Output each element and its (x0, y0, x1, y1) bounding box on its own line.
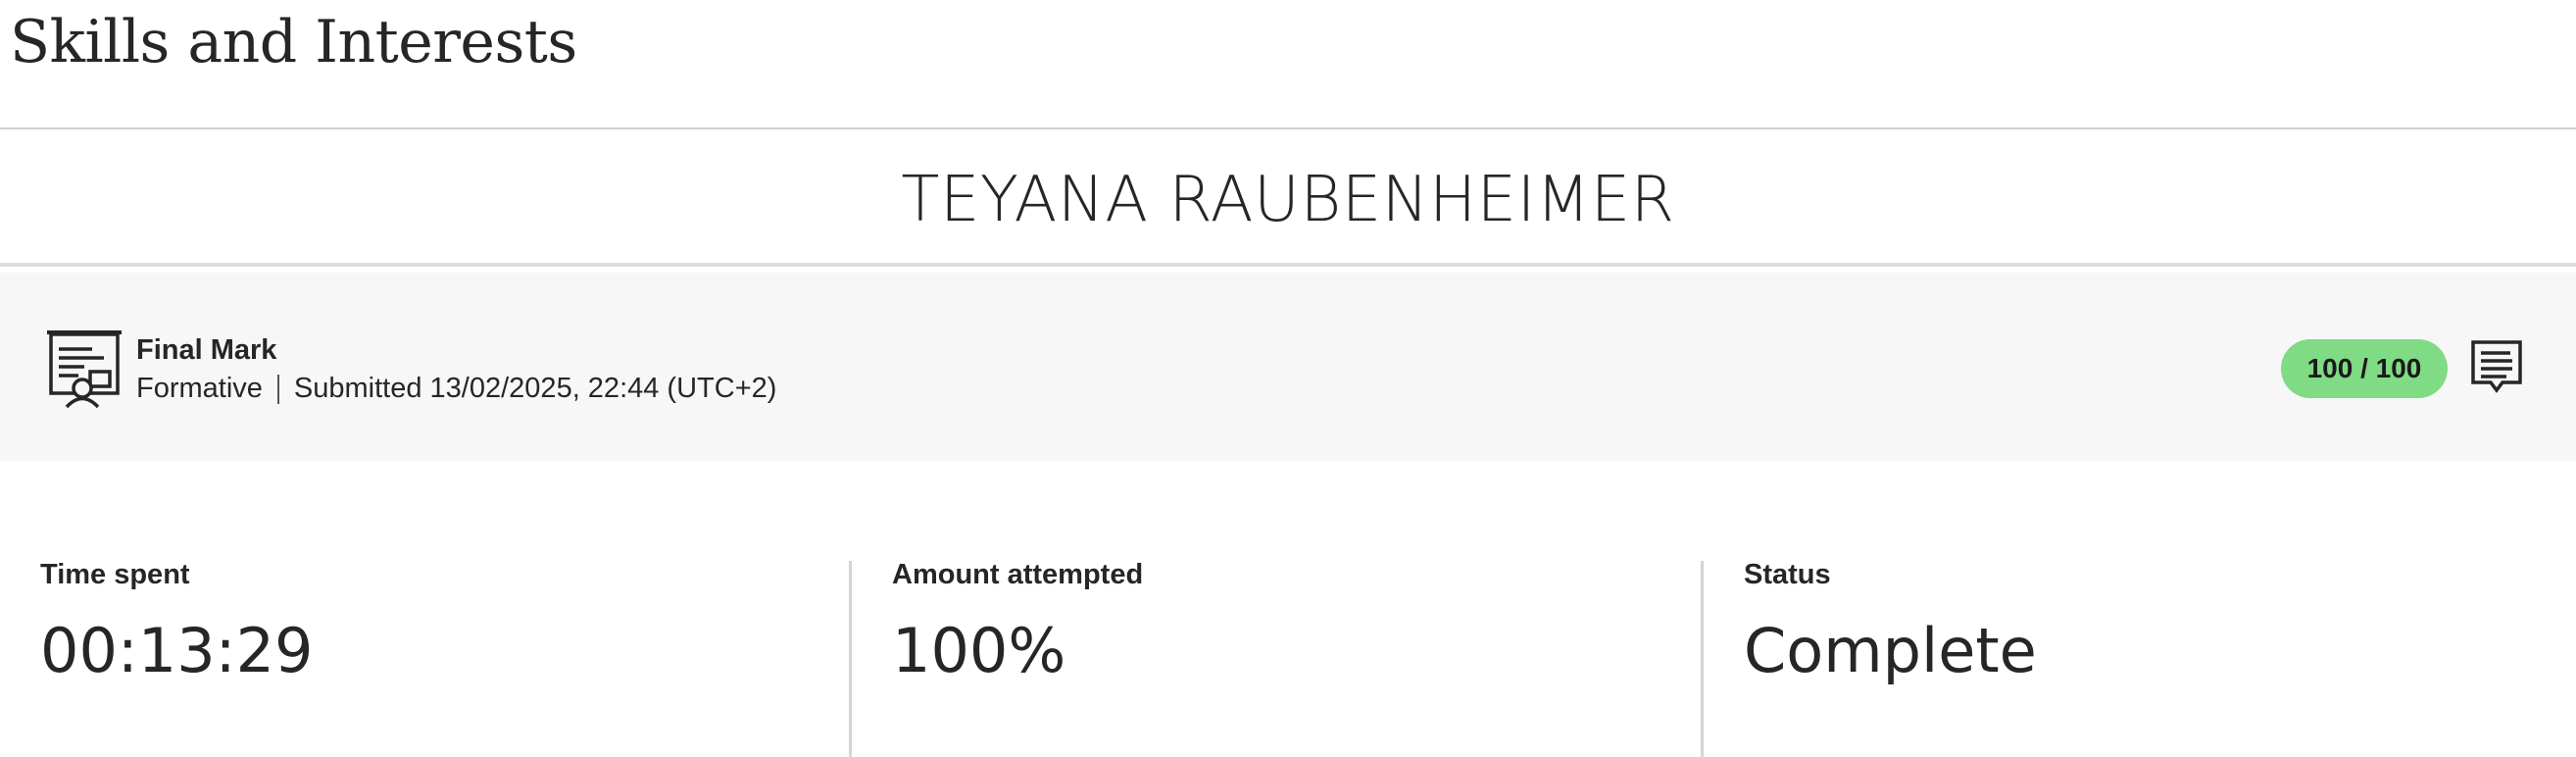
meta-separator (276, 374, 279, 404)
name-divider (0, 263, 2576, 267)
feedback-comment-icon[interactable] (2470, 339, 2523, 396)
page-title: Skills and Interests (10, 8, 577, 76)
student-name: TEYANA RAUBENHEIMER (901, 164, 1675, 236)
stat-value: 100% (892, 615, 1066, 686)
stat-status: Status Complete (1744, 559, 2037, 686)
score-badge: 100 / 100 (2281, 339, 2448, 398)
title-divider (0, 127, 2576, 129)
stat-divider (849, 561, 852, 757)
grade-panel: Final Mark Formative Submitted 13/02/202… (0, 273, 2576, 461)
stat-value: 00:13:29 (40, 615, 314, 686)
stat-label: Amount attempted (892, 559, 1144, 590)
gradebook-certificate-icon (43, 328, 125, 410)
assessment-type: Formative (136, 373, 263, 404)
submission-date: Submitted 13/02/2025, 22:44 (UTC+2) (293, 373, 777, 404)
stat-time-spent: Time spent 00:13:29 (40, 559, 313, 686)
stat-amount-attempted: Amount attempted 100% (892, 559, 1143, 686)
stat-label: Status (1744, 559, 1831, 590)
grade-title: Final Mark (136, 334, 277, 366)
stat-label: Time spent (40, 559, 190, 590)
stat-value: Complete (1744, 615, 2037, 686)
stat-divider (1701, 561, 1704, 757)
grade-meta: Formative Submitted 13/02/2025, 22:44 (U… (136, 373, 776, 405)
